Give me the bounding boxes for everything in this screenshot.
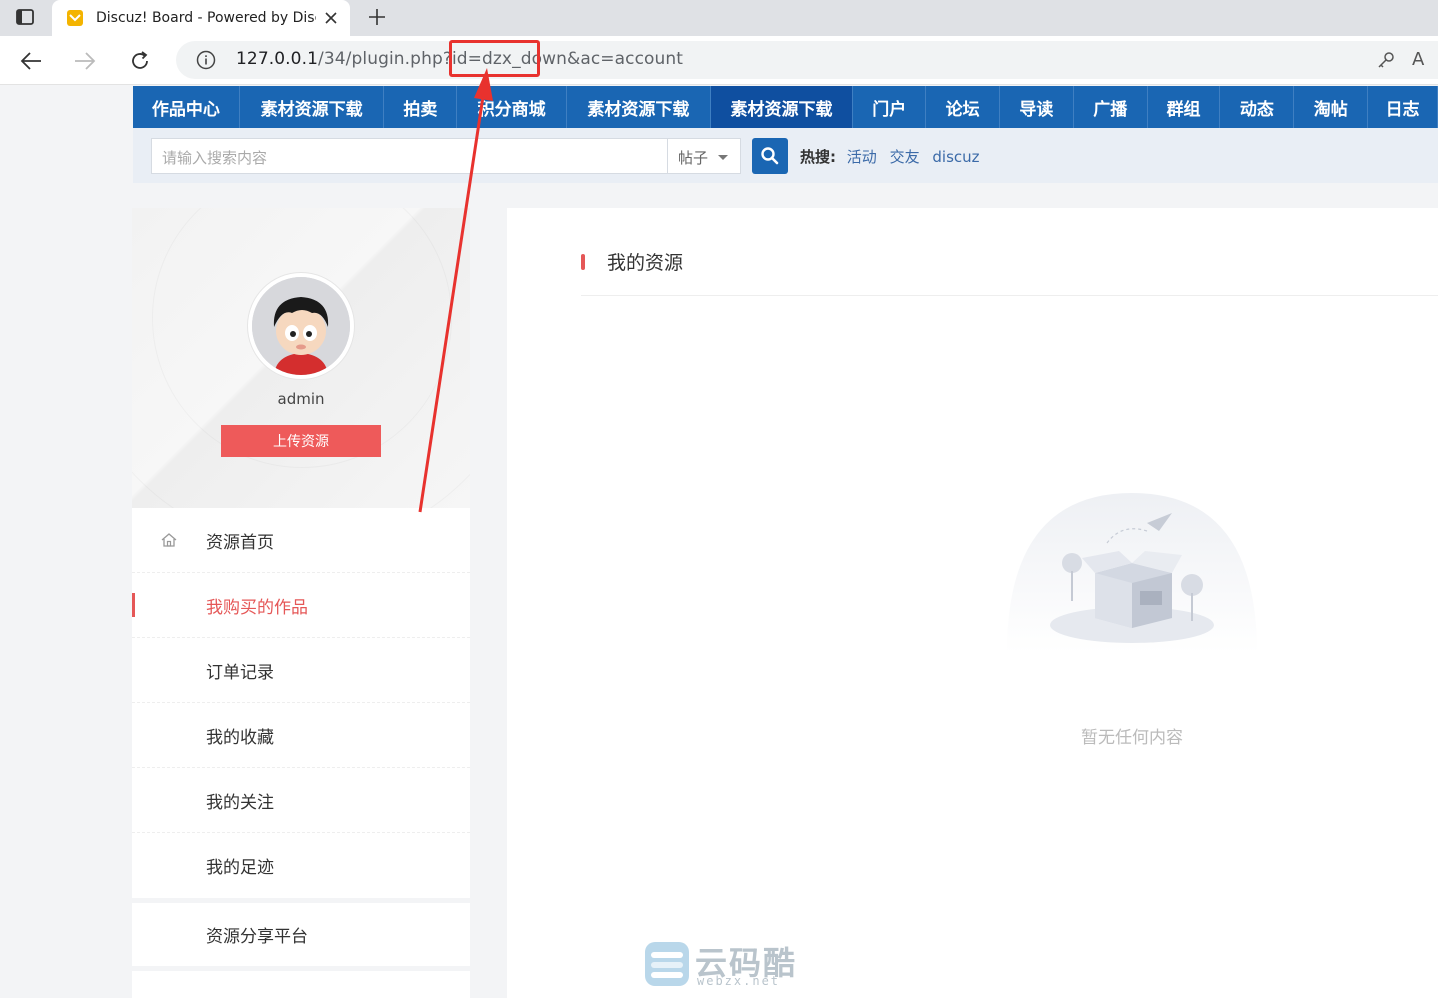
sidebar-item-label: 资源分享平台 [206, 927, 308, 947]
nav-item-10[interactable]: 群组 [1148, 86, 1221, 128]
nav-item-4[interactable]: 素材资源下载 [567, 86, 711, 128]
browser-tab-bar: Discuz! Board - Powered by Discuz! [0, 0, 1438, 36]
hot-link-discuz[interactable]: discuz [932, 148, 979, 166]
favicon-icon [66, 9, 84, 27]
hot-search-label: 热搜: [800, 148, 836, 166]
sidebar-item-label: 我的足迹 [206, 858, 274, 878]
chevron-down-icon [718, 155, 728, 160]
url-host: 127.0.0.1 [236, 49, 319, 69]
nav-item-11[interactable]: 动态 [1220, 86, 1295, 128]
browser-toolbar: 127.0.0.1/34/plugin.php?id=dzx_down&ac=a… [0, 36, 1438, 85]
search-bar: 请输入搜索内容 帖子 热搜: 活动 交友 discuz [133, 128, 1438, 183]
sidebar-item-share-platform[interactable]: 资源分享平台 [132, 903, 470, 966]
nav-item-9[interactable]: 广播 [1074, 86, 1148, 128]
section-accent-bar [581, 254, 585, 270]
site-main-nav: 作品中心 素材资源下载 拍卖 积分商城 素材资源下载 素材资源下载 门户 论坛 导读 广播 群组 动态… [133, 86, 1438, 128]
sidebar-item-orders[interactable]: 订单记录 [132, 638, 470, 703]
forward-arrow-icon[interactable] [70, 46, 100, 76]
sidebar-item-label: 我的关注 [206, 792, 274, 813]
search-input[interactable]: 请输入搜索内容 [151, 138, 667, 174]
sidebar-item-history[interactable]: 我的足迹 [132, 833, 470, 898]
back-arrow-icon[interactable] [16, 46, 46, 76]
nav-item-2[interactable]: 拍卖 [384, 86, 458, 128]
reload-icon[interactable] [125, 46, 155, 76]
nav-item-0[interactable]: 作品中心 [133, 86, 240, 128]
nav-item-7[interactable]: 论坛 [926, 86, 1000, 128]
browser-tab[interactable]: Discuz! Board - Powered by Discuz! [52, 0, 350, 36]
home-icon [161, 533, 177, 547]
nav-item-12[interactable]: 淘帖 [1294, 86, 1369, 128]
search-button[interactable] [752, 138, 788, 174]
search-type-select[interactable]: 帖子 [667, 138, 741, 174]
read-aloud-icon[interactable]: A [1412, 49, 1434, 71]
watermark-domain: webzx.net [697, 974, 781, 988]
address-bar[interactable]: 127.0.0.1/34/plugin.php?id=dzx_down&ac=a… [176, 41, 1438, 79]
empty-box-illustration-icon [1007, 493, 1257, 653]
username[interactable]: admin [132, 390, 470, 408]
nav-item-6[interactable]: 门户 [853, 86, 927, 128]
section-header: 我的资源 [581, 248, 1438, 296]
new-tab-plus-icon[interactable] [364, 4, 390, 30]
tab-actions-icon[interactable] [10, 4, 40, 30]
avatar-image [252, 277, 350, 375]
sidebar-item-purchased[interactable]: 我购买的作品 [132, 573, 470, 638]
cloud-logo-icon [645, 942, 689, 986]
hot-search: 热搜: 活动 交友 discuz [800, 146, 988, 167]
key-icon[interactable] [1376, 50, 1396, 70]
upload-resource-button[interactable]: 上传资源 [221, 425, 381, 457]
sidebar-item-label: 我购买的作品 [206, 597, 308, 618]
sidebar-item-label: 我的收藏 [206, 727, 274, 748]
hot-link-activity[interactable]: 活动 [847, 148, 877, 166]
hot-link-friends[interactable]: 交友 [890, 148, 920, 166]
annotation-highlight-box [449, 40, 540, 77]
close-icon[interactable] [322, 9, 340, 27]
sidebar-item-label: 订单记录 [206, 662, 274, 683]
main-panel: 我的资源 暂无任何内容 [507, 208, 1438, 998]
sidebar-item-favorites[interactable]: 我的收藏 [132, 703, 470, 768]
info-icon[interactable] [196, 50, 216, 70]
sidebar-item-next[interactable] [132, 971, 470, 998]
search-type-label: 帖子 [678, 149, 709, 167]
empty-state-text: 暂无任何内容 [1081, 728, 1183, 748]
page-title: 我的资源 [607, 252, 684, 274]
sidebar-menu: 资源首页 我购买的作品 订单记录 我的收藏 我的关注 我的足迹 [132, 508, 470, 898]
sidebar-item-following[interactable]: 我的关注 [132, 768, 470, 833]
sidebar-item-label: 资源首页 [206, 532, 274, 553]
profile-card: admin 上传资源 [132, 208, 470, 508]
nav-item-13[interactable]: 日志 [1368, 86, 1438, 128]
nav-item-3[interactable]: 积分商城 [457, 86, 567, 128]
sidebar-item-resource-home[interactable]: 资源首页 [132, 508, 470, 573]
watermark-logo: 云码酷 webzx.net [643, 938, 803, 990]
tab-title: Discuz! Board - Powered by Discuz! [96, 10, 316, 26]
nav-item-5[interactable]: 素材资源下载 [710, 86, 854, 128]
nav-item-8[interactable]: 导读 [1000, 86, 1074, 128]
search-icon [761, 147, 779, 165]
nav-item-1[interactable]: 素材资源下载 [240, 86, 385, 128]
avatar[interactable] [248, 273, 354, 379]
